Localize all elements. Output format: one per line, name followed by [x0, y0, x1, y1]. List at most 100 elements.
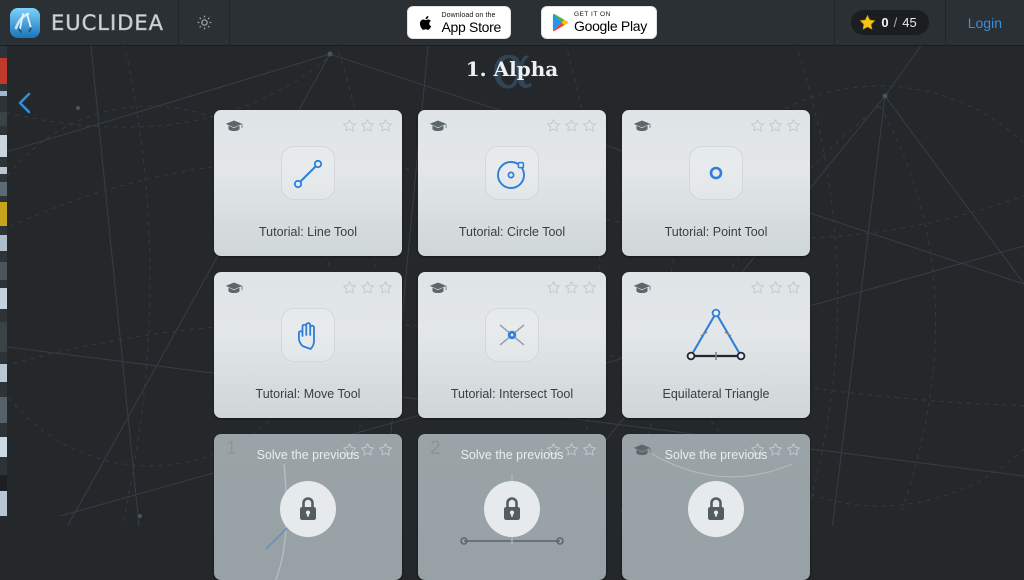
- level-stars: [750, 280, 801, 295]
- level-strip-segment[interactable]: [0, 135, 7, 157]
- level-icon-frame: [485, 146, 539, 200]
- login-button[interactable]: Login: [968, 15, 1002, 31]
- page-title: 1. Alpha: [465, 57, 559, 81]
- level-strip-segment[interactable]: [0, 126, 7, 135]
- gear-icon[interactable]: [179, 0, 229, 46]
- star-counter[interactable]: 0 / 45: [851, 10, 929, 35]
- level-card[interactable]: Tutorial: Move Tool: [214, 272, 402, 418]
- star-outline-icon: [751, 119, 764, 132]
- header-spacer-left: [230, 0, 407, 46]
- lock-badge: [688, 481, 744, 537]
- level-stars: [546, 280, 597, 295]
- lock-badge: [280, 481, 336, 537]
- graduation-cap-icon: [633, 282, 651, 294]
- level-strip-segment[interactable]: [0, 437, 7, 457]
- level-strip-segment[interactable]: [0, 382, 7, 397]
- level-card[interactable]: 1 Solve the previous: [214, 434, 402, 580]
- level-card[interactable]: 2 Solve the previous: [418, 434, 606, 580]
- equilateral-triangle-icon: [686, 308, 746, 361]
- level-card[interactable]: Tutorial: Line Tool: [214, 110, 402, 256]
- level-strip-segment[interactable]: [0, 262, 7, 280]
- level-strip-segment[interactable]: [0, 96, 7, 112]
- level-label: Tutorial: Move Tool: [255, 387, 361, 401]
- brand[interactable]: EUCLIDEA: [0, 0, 178, 46]
- star-outline-icon: [787, 281, 800, 294]
- level-label: Equilateral Triangle: [662, 387, 770, 401]
- level-strip-segment[interactable]: [0, 352, 7, 364]
- level-strip-segment[interactable]: [0, 202, 7, 226]
- level-strip-segment[interactable]: [0, 182, 7, 196]
- stars-total: 45: [902, 15, 917, 30]
- star-outline-icon: [583, 281, 596, 294]
- level-strip-segment[interactable]: [0, 112, 7, 126]
- app-store-bottom-line: App Store: [441, 18, 501, 35]
- store-badges: Download on the App Store GET IT ON Goog…: [407, 0, 657, 46]
- collapsed-level-list-strip[interactable]: [0, 46, 7, 526]
- line-tool-icon: [293, 159, 323, 189]
- level-strip-segment[interactable]: [0, 423, 7, 437]
- level-strip-segment[interactable]: [0, 84, 7, 91]
- graduation-cap-badge: [429, 281, 447, 300]
- level-label: Tutorial: Line Tool: [259, 225, 357, 239]
- level-strip-segment[interactable]: [0, 397, 7, 423]
- star-outline-icon: [379, 119, 392, 132]
- chevron-left-icon[interactable]: [14, 90, 36, 116]
- graduation-cap-badge: [225, 119, 243, 138]
- level-strip-segment[interactable]: [0, 46, 7, 58]
- circle-tool-icon: [497, 161, 525, 189]
- lock-badge: [484, 481, 540, 537]
- level-strip-segment[interactable]: [0, 280, 7, 288]
- graduation-cap-icon: [429, 120, 447, 132]
- locked-label: Solve the previous: [460, 448, 564, 462]
- level-strip-segment[interactable]: [0, 157, 7, 167]
- graduation-cap-badge: [633, 281, 651, 300]
- level-strip-segment[interactable]: [0, 457, 7, 475]
- level-stars: [750, 118, 801, 133]
- star-outline-icon: [787, 119, 800, 132]
- level-strip-segment[interactable]: [0, 491, 7, 516]
- locked-label: Solve the previous: [256, 448, 360, 462]
- level-card[interactable]: Solve the previous: [622, 434, 810, 580]
- main-content: α 1. Alpha Tutorial: Line Tool Tutorial:…: [0, 30, 1024, 580]
- euclidea-compass-logo: [10, 7, 40, 38]
- star-outline-icon: [583, 119, 596, 132]
- level-card[interactable]: Equilateral Triangle: [622, 272, 810, 418]
- star-outline-icon: [547, 119, 560, 132]
- point-tool-icon: [709, 166, 723, 180]
- level-strip-segment[interactable]: [0, 174, 7, 182]
- graduation-cap-icon: [225, 282, 243, 294]
- level-strip-segment[interactable]: [0, 309, 7, 322]
- star-outline-icon: [565, 119, 578, 132]
- star-outline-icon: [361, 281, 374, 294]
- level-strip-segment[interactable]: [0, 58, 7, 84]
- level-icon-frame: [281, 146, 335, 200]
- apple-icon: [417, 13, 435, 33]
- star-outline-icon: [769, 281, 782, 294]
- level-strip-segment[interactable]: [0, 226, 7, 235]
- google-play-bottom-line: Google Play: [574, 18, 647, 35]
- level-strip-segment[interactable]: [0, 322, 7, 352]
- move-tool-icon: [298, 322, 315, 350]
- google-play-badge[interactable]: GET IT ON Google Play: [541, 6, 657, 39]
- level-strip-segment[interactable]: [0, 288, 7, 309]
- level-strip-segment[interactable]: [0, 167, 7, 174]
- star-outline-icon: [547, 281, 560, 294]
- locked-label: Solve the previous: [664, 448, 768, 462]
- star-outline-icon: [565, 281, 578, 294]
- app-store-badge[interactable]: Download on the App Store: [407, 6, 511, 39]
- level-strip-segment[interactable]: [0, 475, 7, 491]
- level-card[interactable]: Tutorial: Point Tool: [622, 110, 810, 256]
- level-strip-segment[interactable]: [0, 364, 7, 382]
- level-label: Tutorial: Intersect Tool: [450, 387, 574, 401]
- graduation-cap-badge: [429, 119, 447, 138]
- level-card[interactable]: Tutorial: Circle Tool: [418, 110, 606, 256]
- star-outline-icon: [343, 281, 356, 294]
- level-card[interactable]: Tutorial: Intersect Tool: [418, 272, 606, 418]
- stars-earned: 0: [881, 15, 889, 30]
- wordmark: EUCLIDEA: [51, 10, 164, 35]
- graduation-cap-badge: [633, 119, 651, 138]
- level-strip-segment[interactable]: [0, 251, 7, 262]
- level-strip-segment[interactable]: [0, 235, 7, 251]
- graduation-cap-icon: [633, 120, 651, 132]
- graduation-cap-badge: [225, 281, 243, 300]
